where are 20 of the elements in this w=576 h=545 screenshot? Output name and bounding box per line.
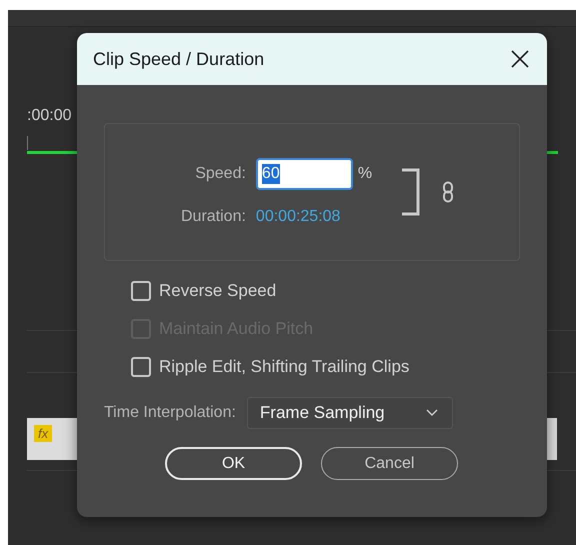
speed-label: Speed:	[194, 165, 246, 183]
window-title: Clip Speed / Duration	[93, 48, 264, 70]
close-icon[interactable]	[510, 49, 530, 69]
speed-field[interactable]: 60	[256, 158, 353, 190]
chevron-down-icon	[426, 409, 438, 417]
checkbox-label: Ripple Edit, Shifting Trailing Clips	[159, 357, 410, 377]
cancel-button[interactable]: Cancel	[321, 447, 458, 480]
bracket-icon	[400, 168, 422, 216]
duration-label: Duration:	[181, 208, 246, 226]
ok-button[interactable]: OK	[165, 447, 302, 480]
link-icon[interactable]	[442, 181, 454, 203]
interpolation-dropdown[interactable]: Frame Sampling	[246, 397, 453, 429]
duration-value[interactable]: 00:00:25:08	[256, 208, 353, 226]
timecode: :00:00	[27, 107, 72, 125]
checkbox[interactable]	[131, 357, 151, 377]
checkbox-label: Reverse Speed	[159, 281, 276, 301]
checkbox[interactable]	[131, 281, 151, 301]
fx-badge: fx	[34, 425, 52, 442]
percent-unit: %	[358, 165, 372, 183]
interpolation-label: Time Interpolation:	[104, 404, 236, 422]
